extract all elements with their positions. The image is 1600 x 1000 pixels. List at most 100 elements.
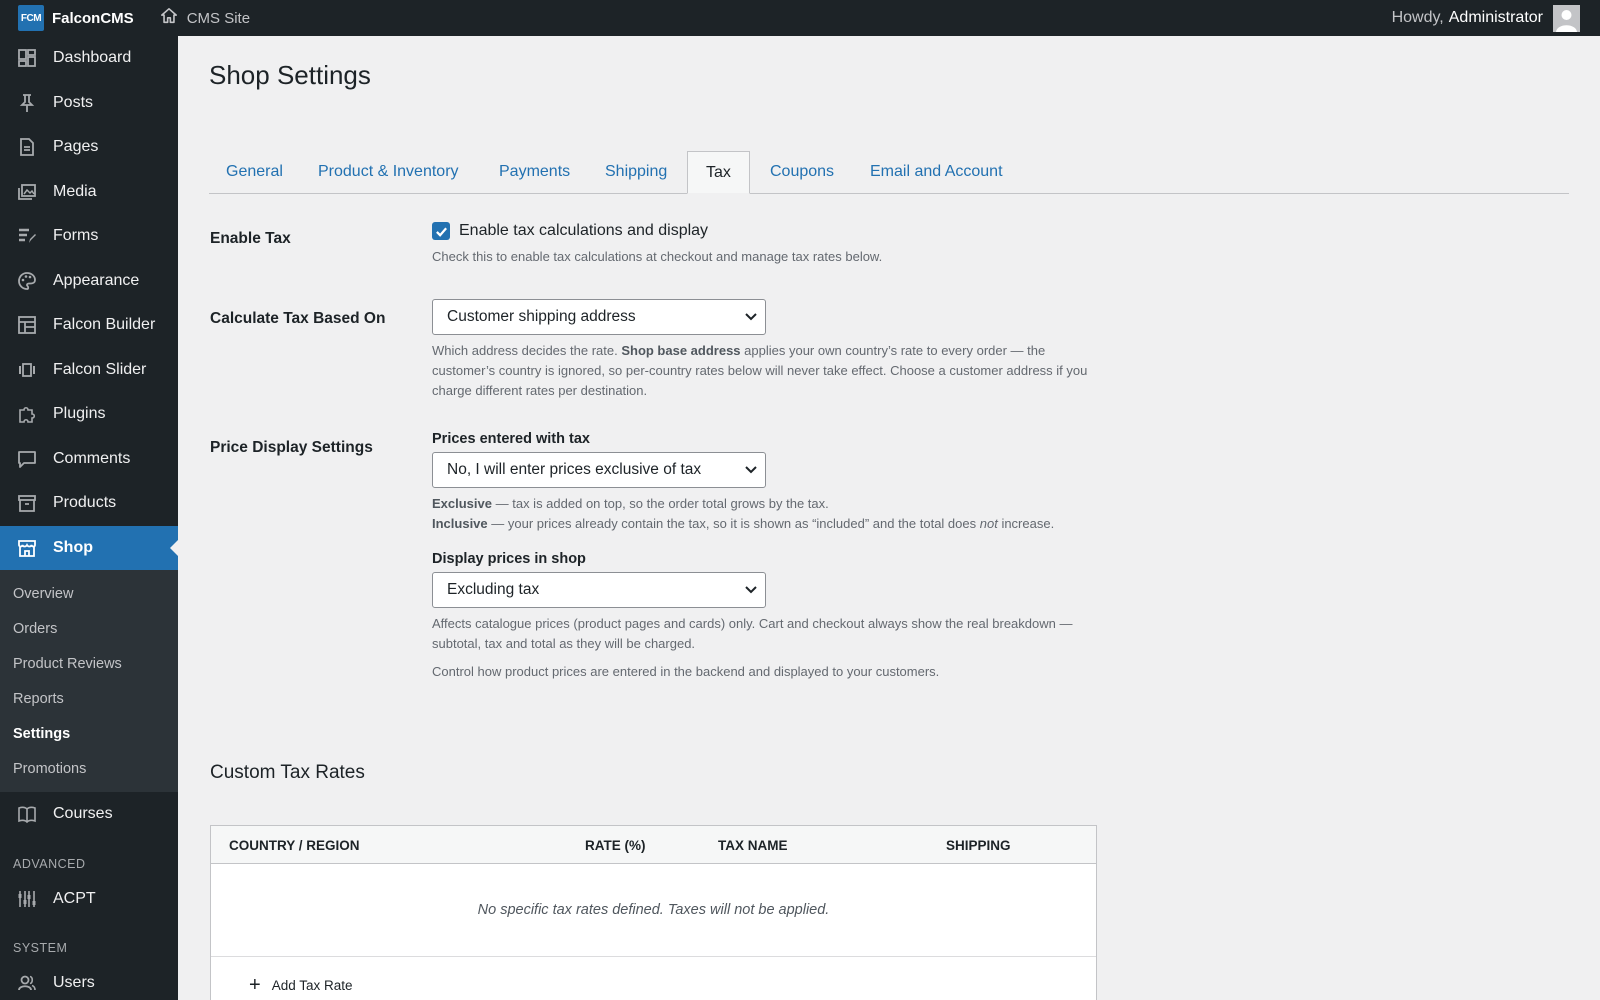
main-content: Shop Settings General Product & Inventor… bbox=[178, 36, 1600, 1000]
sidebar-item-users[interactable]: Users bbox=[0, 961, 178, 1000]
submenu-item-promotions[interactable]: Promotions bbox=[0, 751, 178, 786]
comment-icon bbox=[17, 449, 37, 469]
price-display-field: Prices entered with tax No, I will enter… bbox=[432, 431, 1092, 682]
sidebar-item-label: Pages bbox=[53, 138, 99, 156]
shop-submenu: Overview Orders Product Reviews Reports … bbox=[0, 570, 178, 792]
custom-tax-rates-title: Custom Tax Rates bbox=[210, 762, 365, 783]
column-tax-name: TAX NAME bbox=[718, 838, 788, 853]
sidebar-item-posts[interactable]: Posts bbox=[0, 81, 178, 126]
acpt-icon bbox=[17, 889, 37, 909]
sidebar-item-forms[interactable]: Forms bbox=[0, 214, 178, 259]
calc-tax-select[interactable]: Customer shipping address bbox=[432, 299, 766, 335]
sidebar-item-appearance[interactable]: Appearance bbox=[0, 259, 178, 304]
inclusive-desc: Inclusive — your prices already contain … bbox=[432, 514, 1092, 534]
sidebar-item-label: Shop bbox=[53, 538, 93, 556]
prices-entered-select[interactable]: No, I will enter prices exclusive of tax bbox=[432, 452, 766, 488]
sidebar-item-comments[interactable]: Comments bbox=[0, 437, 178, 482]
chevron-down-icon bbox=[745, 586, 757, 594]
sidebar-item-pages[interactable]: Pages bbox=[0, 125, 178, 170]
tab-shipping[interactable]: Shipping bbox=[605, 151, 667, 193]
sidebar-item-falcon-builder[interactable]: Falcon Builder bbox=[0, 303, 178, 348]
pin-icon bbox=[17, 93, 37, 113]
settings-tabs: General Product & Inventory Payments Shi… bbox=[209, 114, 1569, 194]
dashboard-icon bbox=[17, 48, 37, 68]
sidebar-item-dashboard[interactable]: Dashboard bbox=[0, 36, 178, 81]
media-icon bbox=[17, 182, 37, 202]
tax-rates-table: COUNTRY / REGION RATE (%) TAX NAME SHIPP… bbox=[210, 825, 1097, 1000]
book-icon bbox=[17, 804, 37, 824]
sidebar-item-media[interactable]: Media bbox=[0, 170, 178, 215]
plus-icon: + bbox=[249, 974, 261, 996]
page-title: Shop Settings bbox=[209, 60, 371, 90]
tab-email-account[interactable]: Email and Account bbox=[870, 151, 1003, 193]
inclusive-text-2: increase. bbox=[997, 516, 1055, 531]
brand-logo: FCM bbox=[18, 5, 44, 31]
avatar[interactable] bbox=[1553, 4, 1580, 32]
submenu-item-product-reviews[interactable]: Product Reviews bbox=[0, 646, 178, 681]
sidebar-item-label: Media bbox=[53, 182, 97, 200]
sidebar-item-label: Courses bbox=[53, 805, 113, 823]
sidebar-item-label: Falcon Slider bbox=[53, 360, 147, 378]
howdy-prefix: Howdy, bbox=[1391, 9, 1444, 26]
calc-tax-select-value: Customer shipping address bbox=[447, 308, 636, 325]
palette-icon bbox=[17, 271, 37, 291]
add-tax-rate-label: Add Tax Rate bbox=[271, 977, 353, 993]
calc-tax-label: Calculate Tax Based On bbox=[210, 310, 386, 327]
enable-tax-desc: Check this to enable tax calculations at… bbox=[432, 249, 883, 264]
inclusive-not: not bbox=[979, 516, 998, 531]
sidebar-item-plugins[interactable]: Plugins bbox=[0, 392, 178, 437]
enable-tax-label: Enable Tax bbox=[210, 230, 291, 247]
sidebar-item-label: Posts bbox=[53, 93, 94, 111]
tab-general[interactable]: General bbox=[226, 151, 283, 193]
check-icon bbox=[435, 227, 447, 237]
chevron-down-icon bbox=[745, 466, 757, 474]
display-prices-label: Display prices in shop bbox=[432, 551, 586, 567]
enable-tax-checkbox-row[interactable]: Enable tax calculations and display bbox=[432, 222, 1092, 240]
chevron-down-icon bbox=[745, 313, 757, 321]
archive-icon bbox=[17, 493, 37, 513]
submenu-item-reports[interactable]: Reports bbox=[0, 681, 178, 716]
home-icon bbox=[160, 7, 187, 29]
exclusive-text: — tax is added on top, so the order tota… bbox=[492, 496, 829, 511]
submenu-item-settings[interactable]: Settings bbox=[0, 716, 178, 751]
sidebar-item-courses[interactable]: Courses bbox=[0, 792, 178, 837]
price-display-label: Price Display Settings bbox=[210, 439, 373, 456]
sidebar-item-products[interactable]: Products bbox=[0, 481, 178, 526]
exclusive-bold: Exclusive bbox=[432, 496, 492, 511]
submenu-item-overview[interactable]: Overview bbox=[0, 576, 178, 611]
column-shipping: SHIPPING bbox=[946, 838, 1011, 853]
account-menu[interactable]: Howdy, Administrator bbox=[1392, 0, 1580, 36]
sidebar-item-label: Products bbox=[53, 494, 117, 512]
sidebar-item-shop[interactable]: Shop bbox=[0, 525, 178, 570]
tab-payments[interactable]: Payments bbox=[499, 151, 570, 193]
tab-coupons[interactable]: Coupons bbox=[770, 151, 834, 193]
column-rate: RATE (%) bbox=[585, 838, 646, 853]
section-label-advanced: ADVANCED bbox=[13, 856, 86, 871]
inclusive-bold: Inclusive bbox=[432, 516, 488, 531]
add-tax-rate-button[interactable]: + Add Tax Rate bbox=[211, 957, 1096, 1000]
enable-tax-checkbox[interactable] bbox=[432, 222, 450, 240]
admin-sidebar: Dashboard Posts Pages Media Forms Appear… bbox=[0, 36, 178, 1000]
tab-product-inventory[interactable]: Product & Inventory bbox=[318, 151, 459, 193]
display-prices-select-value: Excluding tax bbox=[447, 581, 540, 598]
site-link[interactable]: CMS Site bbox=[160, 7, 250, 29]
display-prices-select[interactable]: Excluding tax bbox=[432, 572, 766, 608]
sidebar-item-acpt[interactable]: ACPT bbox=[0, 877, 178, 922]
sidebar-item-label: Falcon Builder bbox=[53, 316, 156, 334]
control-prices-desc: Control how product prices are entered i… bbox=[432, 664, 940, 679]
sidebar-item-label: Forms bbox=[53, 227, 99, 245]
tab-tax[interactable]: Tax bbox=[687, 151, 750, 194]
sidebar-item-label: Appearance bbox=[53, 271, 140, 289]
inclusive-text-1: — your prices already contain the tax, s… bbox=[487, 516, 980, 531]
submenu-item-orders[interactable]: Orders bbox=[0, 611, 178, 646]
display-prices-desc: Affects catalogue prices (product pages … bbox=[432, 616, 1073, 651]
enable-tax-field: Enable tax calculations and display Chec… bbox=[432, 222, 1092, 267]
section-label-system: SYSTEM bbox=[13, 941, 68, 955]
sidebar-item-falcon-slider[interactable]: Falcon Slider bbox=[0, 348, 178, 393]
prices-entered-label: Prices entered with tax bbox=[432, 431, 590, 447]
table-header: COUNTRY / REGION RATE (%) TAX NAME SHIPP… bbox=[211, 826, 1096, 864]
brand[interactable]: FCM FalconCMS bbox=[0, 0, 134, 36]
site-label: CMS Site bbox=[186, 9, 251, 27]
howdy-user: Administrator bbox=[1448, 9, 1543, 26]
page-icon bbox=[17, 137, 37, 157]
